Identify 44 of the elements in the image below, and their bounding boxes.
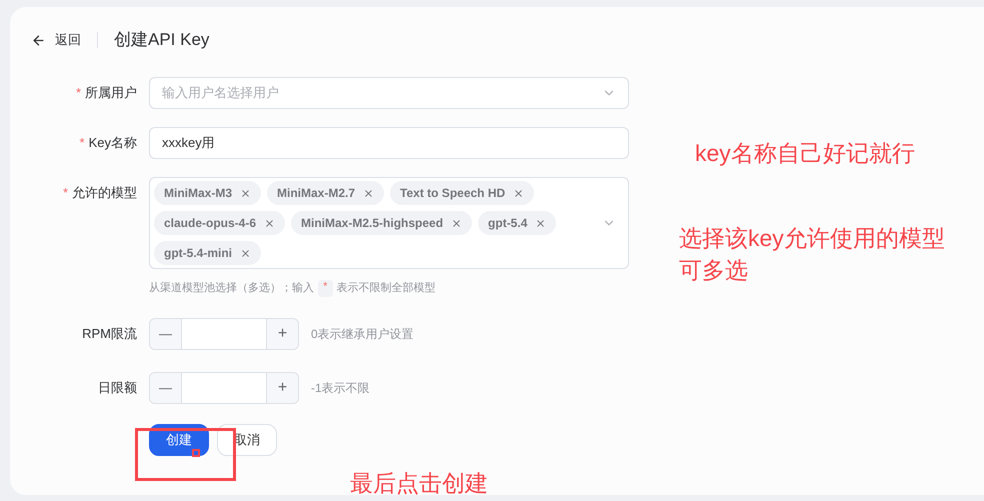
- annotation-text: key名称自己好记就行: [695, 139, 915, 168]
- model-tag[interactable]: Text to Speech HD: [390, 181, 534, 205]
- close-icon[interactable]: [451, 218, 462, 228]
- model-tag[interactable]: gpt-5.4: [478, 211, 556, 235]
- model-tag[interactable]: MiniMax-M3: [154, 181, 262, 205]
- hint-text: 从渠道模型池选择（多选）；输入: [149, 280, 314, 296]
- cursor-marker: [192, 449, 200, 457]
- annotation-text: 可多选: [679, 256, 748, 285]
- field-label: 允许的模型: [72, 184, 137, 202]
- field-label: RPM限流: [82, 324, 137, 343]
- close-icon[interactable]: [535, 218, 546, 228]
- user-select[interactable]: 输入用户名选择用户: [149, 77, 629, 109]
- close-icon[interactable]: [240, 248, 251, 258]
- model-tag[interactable]: MiniMax-M2.5-highspeed: [291, 211, 472, 235]
- annotation-text: 最后点击创建: [350, 469, 488, 498]
- plus-button[interactable]: +: [266, 318, 298, 348]
- number-stepper[interactable]: — +: [149, 318, 299, 350]
- hint-text: 表示不限制全部模型: [336, 280, 436, 296]
- close-icon[interactable]: [240, 188, 252, 198]
- key-name-input[interactable]: xxxkey用: [149, 127, 629, 159]
- required-mark: *: [76, 84, 81, 102]
- page-title: 创建API Key: [114, 29, 210, 52]
- model-tag[interactable]: gpt-5.4-mini: [154, 241, 261, 265]
- plus-button[interactable]: +: [266, 372, 298, 402]
- minus-button[interactable]: —: [150, 318, 182, 348]
- number-stepper[interactable]: — +: [149, 372, 299, 404]
- back-link[interactable]: 返回: [55, 30, 81, 50]
- required-mark: *: [62, 184, 68, 202]
- model-multi-select[interactable]: MiniMax-M3 MiniMax-M2.7 Text to Speech HD claude-opus-4-6 MiniMax-M2.5-highspeed gpt-5.4 gpt-5.4-mini: [149, 177, 629, 269]
- annotation-text: 选择该key允许使用的模型: [679, 224, 945, 253]
- model-tag[interactable]: claude-opus-4-6: [154, 211, 286, 235]
- close-icon[interactable]: [264, 218, 276, 228]
- user-search-input[interactable]: 输入用户名选择用户: [162, 83, 602, 103]
- hint-text: 0表示继承用户设置: [311, 326, 414, 342]
- field-label: 所属用户: [85, 84, 137, 102]
- close-icon[interactable]: [363, 188, 374, 198]
- minus-button[interactable]: —: [150, 372, 182, 402]
- field-label: Key名称: [88, 134, 137, 152]
- close-icon[interactable]: [513, 188, 524, 198]
- hint-text: -1表示不限: [311, 380, 370, 396]
- required-mark: *: [80, 134, 85, 152]
- code-chip: *: [318, 280, 333, 296]
- field-label: 日限额: [98, 378, 137, 397]
- model-tag[interactable]: MiniMax-M2.7: [267, 181, 384, 205]
